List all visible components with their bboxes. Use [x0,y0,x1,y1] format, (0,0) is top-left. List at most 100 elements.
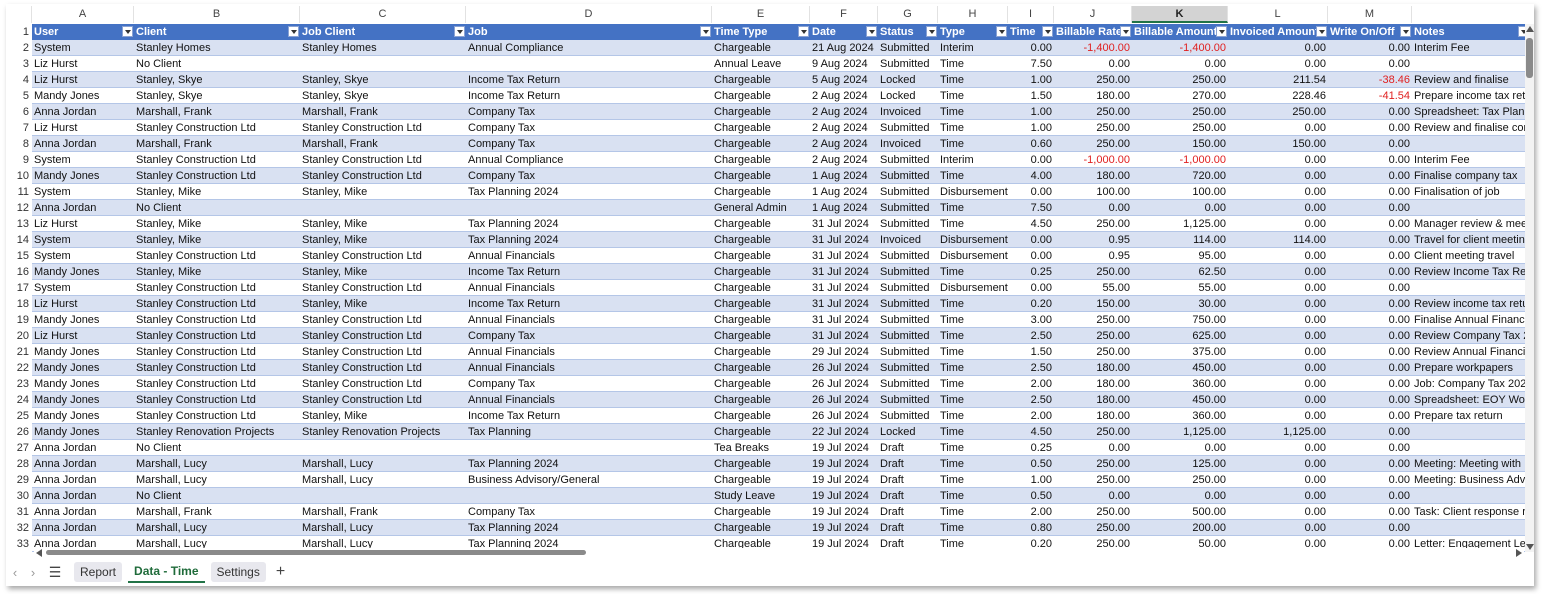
cell-invoiced-amount[interactable]: 228.46 [1228,88,1328,104]
cell-invoiced-amount[interactable]: 1,125.00 [1228,424,1328,440]
cell-date[interactable]: 19 Jul 2024 [810,456,878,472]
cell-type[interactable]: Time [938,472,1008,488]
cell-time[interactable]: 4.50 [1008,424,1054,440]
cell-notes[interactable]: Meeting: Business Advi [1412,472,1530,488]
row-number[interactable]: 10 [6,168,32,184]
cell-client[interactable]: Stanley Construction Ltd [134,152,300,168]
cell-billable-rate[interactable]: 180.00 [1054,392,1132,408]
cell-billable-amount[interactable]: 0.00 [1132,488,1228,504]
row-number[interactable]: 26 [6,424,32,440]
cell-job[interactable]: Income Tax Return [466,408,712,424]
cell-type[interactable]: Time [938,520,1008,536]
cell-billable-rate[interactable]: 250.00 [1054,312,1132,328]
cell-time[interactable]: 1.00 [1008,104,1054,120]
cell-billable-rate[interactable]: 0.00 [1054,440,1132,456]
add-sheet-icon[interactable]: + [276,563,285,581]
cell-invoiced-amount[interactable]: 0.00 [1228,472,1328,488]
cell-billable-rate[interactable]: 250.00 [1054,264,1132,280]
cell-type[interactable]: Time [938,344,1008,360]
cell-time[interactable]: 0.00 [1008,280,1054,296]
cell-job-client[interactable] [300,200,466,216]
cell-write-on-off[interactable]: 0.00 [1328,296,1412,312]
cell-job[interactable] [466,200,712,216]
cell-invoiced-amount[interactable]: 0.00 [1228,296,1328,312]
cell-type[interactable]: Disbursement [938,280,1008,296]
cell-write-on-off[interactable]: 0.00 [1328,344,1412,360]
cell-billable-amount[interactable]: 250.00 [1132,104,1228,120]
cell-client[interactable]: Marshall, Lucy [134,520,300,536]
cell-write-on-off[interactable]: 0.00 [1328,232,1412,248]
cell-client[interactable]: Marshall, Frank [134,136,300,152]
cell-time-type[interactable]: Chargeable [712,472,810,488]
cell-billable-rate[interactable]: 250.00 [1054,344,1132,360]
cell-job-client[interactable]: Stanley, Skye [300,88,466,104]
cell-job[interactable]: Company Tax [466,120,712,136]
cell-type[interactable]: Time [938,408,1008,424]
cell-time[interactable]: 0.00 [1008,248,1054,264]
row-number[interactable]: 22 [6,360,32,376]
row-number[interactable]: 24 [6,392,32,408]
cell-time-type[interactable]: Chargeable [712,168,810,184]
cell-billable-rate[interactable]: 250.00 [1054,104,1132,120]
row-number[interactable]: 13 [6,216,32,232]
cell-type[interactable]: Time [938,456,1008,472]
cell-client[interactable]: Stanley Construction Ltd [134,120,300,136]
row-number[interactable]: 3 [6,56,32,72]
cell-time-type[interactable]: Chargeable [712,40,810,56]
cell-job[interactable]: Company Tax [466,376,712,392]
cell-invoiced-amount[interactable]: 0.00 [1228,520,1328,536]
column-header-d[interactable]: D [466,6,712,23]
cell-status[interactable]: Draft [878,440,938,456]
cell-billable-amount[interactable]: 500.00 [1132,504,1228,520]
sheet-tab-report[interactable]: Report [74,562,123,582]
cell-user[interactable]: System [32,152,134,168]
cell-billable-rate[interactable]: 250.00 [1054,216,1132,232]
cell-invoiced-amount[interactable]: 150.00 [1228,136,1328,152]
cell-job[interactable]: Company Tax [466,136,712,152]
cell-billable-amount[interactable]: 55.00 [1132,280,1228,296]
cell-write-on-off[interactable]: 0.00 [1328,152,1412,168]
cell-status[interactable]: Submitted [878,408,938,424]
cell-notes[interactable] [1412,280,1530,296]
row-number[interactable]: 16 [6,264,32,280]
cell-notes[interactable] [1412,520,1530,536]
cell-invoiced-amount[interactable]: 0.00 [1228,456,1328,472]
cell-time-type[interactable]: Chargeable [712,280,810,296]
cell-type[interactable]: Time [938,312,1008,328]
row-number[interactable]: 19 [6,312,32,328]
cell-write-on-off[interactable]: 0.00 [1328,56,1412,72]
cell-user[interactable]: Mandy Jones [32,376,134,392]
cell-date[interactable]: 2 Aug 2024 [810,88,878,104]
horizontal-scroll-thumb[interactable] [46,550,586,555]
cell-client[interactable]: Stanley Construction Ltd [134,408,300,424]
cell-user[interactable]: Liz Hurst [32,216,134,232]
row-number[interactable]: 4 [6,72,32,88]
cell-invoiced-amount[interactable]: 0.00 [1228,328,1328,344]
filter-dropdown-icon[interactable] [798,26,809,37]
cell-notes[interactable]: Spreadsheet: EOY Work [1412,392,1530,408]
cell-date[interactable]: 31 Jul 2024 [810,328,878,344]
cell-time[interactable]: 0.25 [1008,440,1054,456]
cell-client[interactable]: Stanley, Skye [134,72,300,88]
row-number[interactable]: 8 [6,136,32,152]
row-number[interactable]: 11 [6,184,32,200]
column-header-c[interactable]: C [300,6,466,23]
cell-notes[interactable]: Review Company Tax 2 [1412,328,1530,344]
cell-write-on-off[interactable]: 0.00 [1328,216,1412,232]
cell-time-type[interactable]: Chargeable [712,120,810,136]
cell-type[interactable]: Interim [938,40,1008,56]
cell-job[interactable]: Annual Compliance [466,152,712,168]
cell-billable-rate[interactable]: 250.00 [1054,120,1132,136]
cell-user[interactable]: Anna Jordan [32,136,134,152]
cell-invoiced-amount[interactable]: 211.54 [1228,72,1328,88]
cell-notes[interactable] [1412,136,1530,152]
cell-client[interactable]: Stanley Construction Ltd [134,328,300,344]
cell-notes[interactable]: Travel for client meeting [1412,232,1530,248]
cell-job-client[interactable]: Marshall, Frank [300,136,466,152]
cell-time-type[interactable]: Chargeable [712,216,810,232]
cell-type[interactable]: Disbursement [938,248,1008,264]
cell-billable-rate[interactable]: 250.00 [1054,456,1132,472]
cell-status[interactable]: Submitted [878,344,938,360]
column-header-m[interactable]: M [1328,6,1412,23]
cell-write-on-off[interactable]: 0.00 [1328,104,1412,120]
